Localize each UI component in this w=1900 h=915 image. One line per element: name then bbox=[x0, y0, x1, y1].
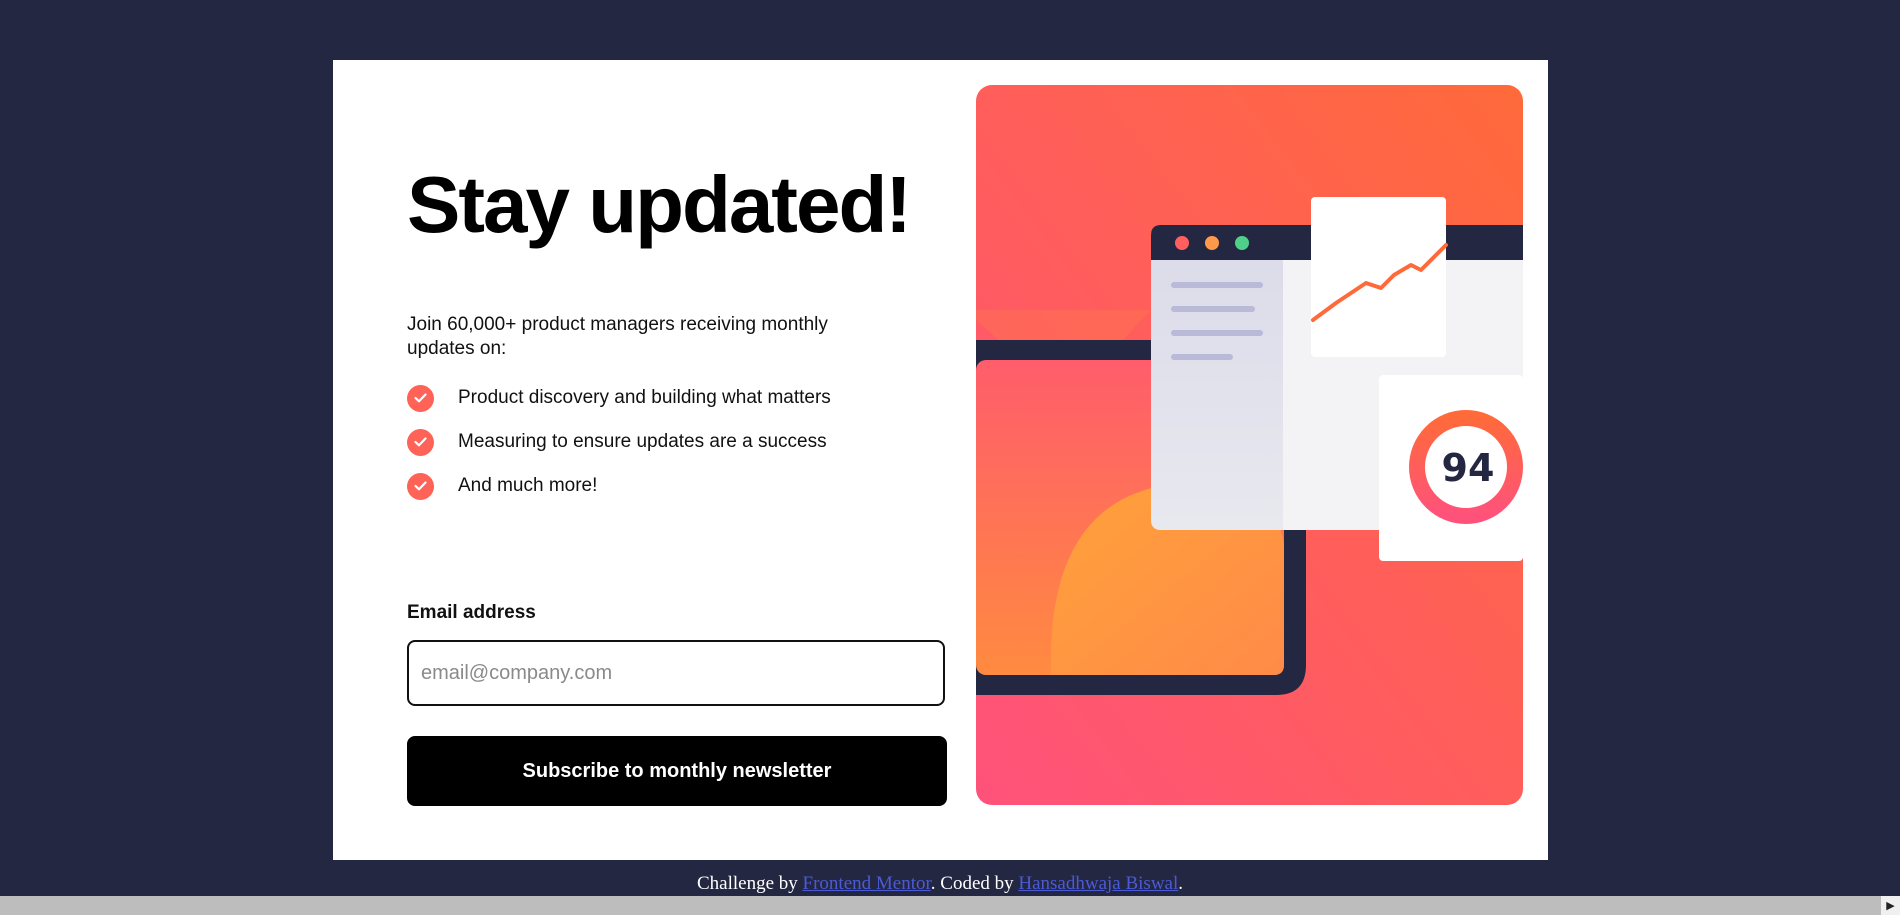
check-icon bbox=[407, 384, 434, 412]
feature-text: And much more! bbox=[458, 475, 598, 496]
feature-text: Measuring to ensure updates are a succes… bbox=[458, 431, 827, 452]
signup-card: Stay updated! Join 60,000+ product manag… bbox=[333, 60, 1548, 860]
footer-suffix: . bbox=[1178, 873, 1184, 894]
check-icon bbox=[407, 472, 434, 500]
subscribe-button[interactable]: Subscribe to monthly newsletter bbox=[407, 736, 947, 806]
scroll-right-icon[interactable]: ▶ bbox=[1881, 896, 1900, 915]
feature-list: Product discovery and building what matt… bbox=[407, 376, 831, 508]
email-field[interactable] bbox=[407, 640, 945, 706]
list-item: Product discovery and building what matt… bbox=[407, 376, 831, 420]
signup-form-panel: Stay updated! Join 60,000+ product manag… bbox=[407, 60, 952, 860]
footer-middle: . Coded by bbox=[930, 873, 1019, 894]
author-link[interactable]: Hansadhwaja Biswal bbox=[1018, 873, 1178, 894]
footer-prefix: Challenge by bbox=[696, 873, 803, 894]
feature-text: Product discovery and building what matt… bbox=[458, 387, 831, 408]
horizontal-scrollbar[interactable]: ▶ bbox=[0, 896, 1900, 915]
page-title: Stay updated! bbox=[407, 160, 912, 249]
email-label: Email address bbox=[407, 602, 536, 623]
check-icon bbox=[407, 428, 434, 456]
score-text: 94 bbox=[1442, 446, 1495, 490]
intro-text: Join 60,000+ product managers receiving … bbox=[407, 314, 828, 359]
frontend-mentor-link[interactable]: Frontend Mentor bbox=[803, 873, 931, 894]
dashboard-illustration: 94 bbox=[976, 85, 1523, 805]
list-item: Measuring to ensure updates are a succes… bbox=[407, 420, 831, 464]
footer: Challenge by Frontend Mentor. Coded by H… bbox=[0, 873, 1880, 895]
list-item: And much more! bbox=[407, 464, 831, 508]
